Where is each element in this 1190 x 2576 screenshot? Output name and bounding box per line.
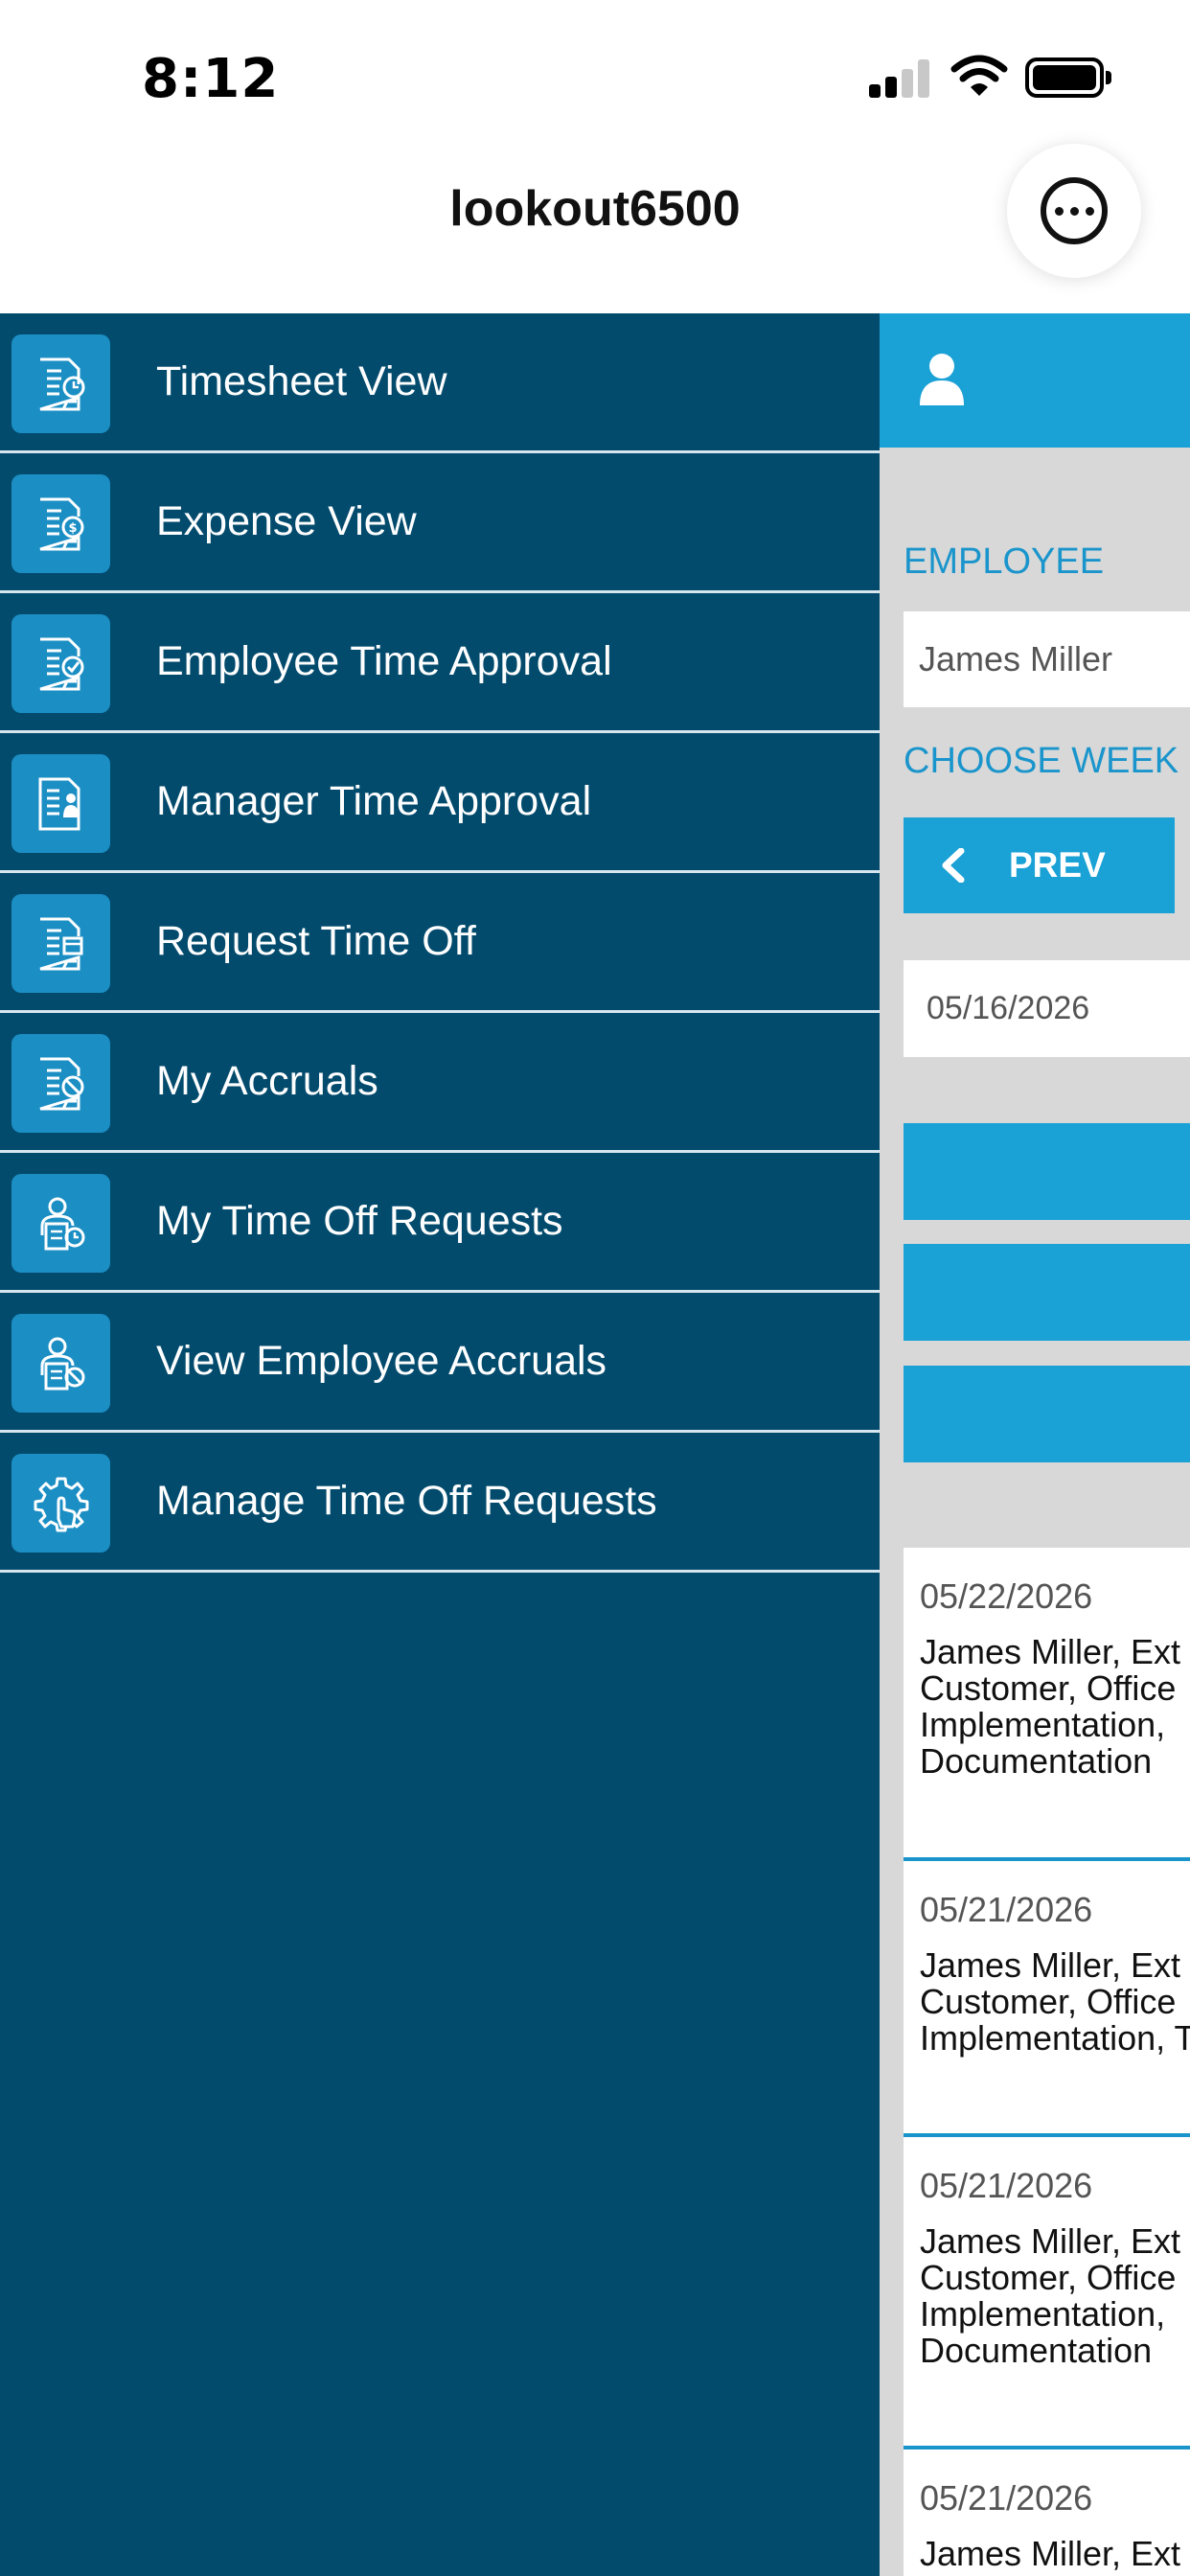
manager-approval-person-icon (11, 754, 110, 853)
content-topbar (880, 313, 1190, 448)
menu-item-label: My Time Off Requests (156, 1198, 563, 1244)
employee-label: EMPLOYEE (904, 541, 1105, 582)
menu-item-view-employee-accruals[interactable]: View Employee Accruals (0, 1293, 880, 1433)
more-options-button[interactable] (1007, 144, 1141, 278)
menu-item-label: Manage Time Off Requests (156, 1478, 657, 1524)
menu-item-label: Expense View (156, 498, 417, 544)
menu-item-label: View Employee Accruals (156, 1338, 607, 1384)
person-time-off-icon (11, 1174, 110, 1273)
entry-date: 05/21/2026 (920, 1890, 1093, 1929)
week-date-field[interactable]: 05/16/2026 (904, 960, 1190, 1057)
svg-text:$: $ (68, 521, 77, 536)
entry-date: 05/21/2026 (920, 2478, 1093, 2518)
employee-select[interactable]: James Miller (904, 611, 1190, 707)
gear-hand-icon (11, 1454, 110, 1552)
user-icon[interactable] (918, 352, 966, 405)
prev-week-button[interactable]: PREV (904, 817, 1175, 913)
menu-item-request-time-off[interactable]: Request Time Off (0, 873, 880, 1013)
menu-item-employee-time-approval[interactable]: Employee Time Approval (0, 593, 880, 733)
choose-week-label: CHOOSE WEEK (904, 741, 1179, 781)
employee-approval-check-icon (11, 614, 110, 713)
battery-icon (1025, 58, 1111, 98)
timesheet-entry[interactable]: 05/21/2026 James Miller, Ext Customer, O… (904, 2137, 1190, 2450)
menu-item-my-accruals[interactable]: My Accruals (0, 1013, 880, 1153)
timesheet-content: EMPLOYEE James Miller CHOOSE WEEK PREV 0… (880, 313, 1190, 2576)
status-bar: 8:12 (0, 0, 1190, 144)
cellular-signal-icon (869, 59, 930, 98)
entry-description: James Miller, Ext (920, 2534, 1181, 2573)
entry-description: James Miller, Ext Customer, Office Imple… (920, 2221, 1181, 2370)
accruals-icon (11, 1034, 110, 1133)
entry-date: 05/21/2026 (920, 2166, 1093, 2205)
menu-item-timesheet-view[interactable]: Timesheet View (0, 313, 880, 453)
side-menu: Timesheet View $ Expense View Employee T… (0, 313, 880, 2576)
timesheet-entry[interactable]: 05/21/2026 James Miller, Ext Customer, O… (904, 1861, 1190, 2137)
menu-item-manage-time-off-requests[interactable]: Manage Time Off Requests (0, 1433, 880, 1573)
menu-item-label: My Accruals (156, 1058, 378, 1104)
menu-item-label: Request Time Off (156, 918, 476, 964)
action-button[interactable] (904, 1366, 1190, 1462)
entry-date: 05/22/2026 (920, 1576, 1093, 1616)
ellipsis-icon (1041, 177, 1108, 244)
person-accruals-icon (11, 1314, 110, 1413)
menu-item-label: Timesheet View (156, 358, 447, 404)
entry-description: James Miller, Ext Customer, Office Imple… (920, 1945, 1190, 2058)
wifi-icon (950, 54, 1008, 98)
action-button[interactable] (904, 1123, 1190, 1220)
timesheet-entry[interactable]: 05/21/2026 James Miller, Ext (904, 2450, 1190, 2576)
timesheet-entry[interactable]: 05/22/2026 James Miller, Ext Customer, O… (904, 1548, 1190, 1861)
action-button[interactable] (904, 1244, 1190, 1341)
request-time-off-icon (11, 894, 110, 993)
timesheet-clock-icon (11, 334, 110, 433)
menu-item-expense-view[interactable]: $ Expense View (0, 453, 880, 593)
menu-item-label: Employee Time Approval (156, 638, 612, 684)
app-header: lookout6500 (0, 144, 1190, 313)
menu-item-label: Manager Time Approval (156, 778, 592, 824)
menu-item-manager-time-approval[interactable]: Manager Time Approval (0, 733, 880, 873)
status-time: 8:12 (142, 48, 280, 110)
menu-item-my-time-off-requests[interactable]: My Time Off Requests (0, 1153, 880, 1293)
prev-label: PREV (1009, 845, 1106, 885)
expense-dollar-icon: $ (11, 474, 110, 573)
chevron-left-icon (942, 848, 965, 883)
entry-description: James Miller, Ext Customer, Office Imple… (920, 1632, 1181, 1781)
